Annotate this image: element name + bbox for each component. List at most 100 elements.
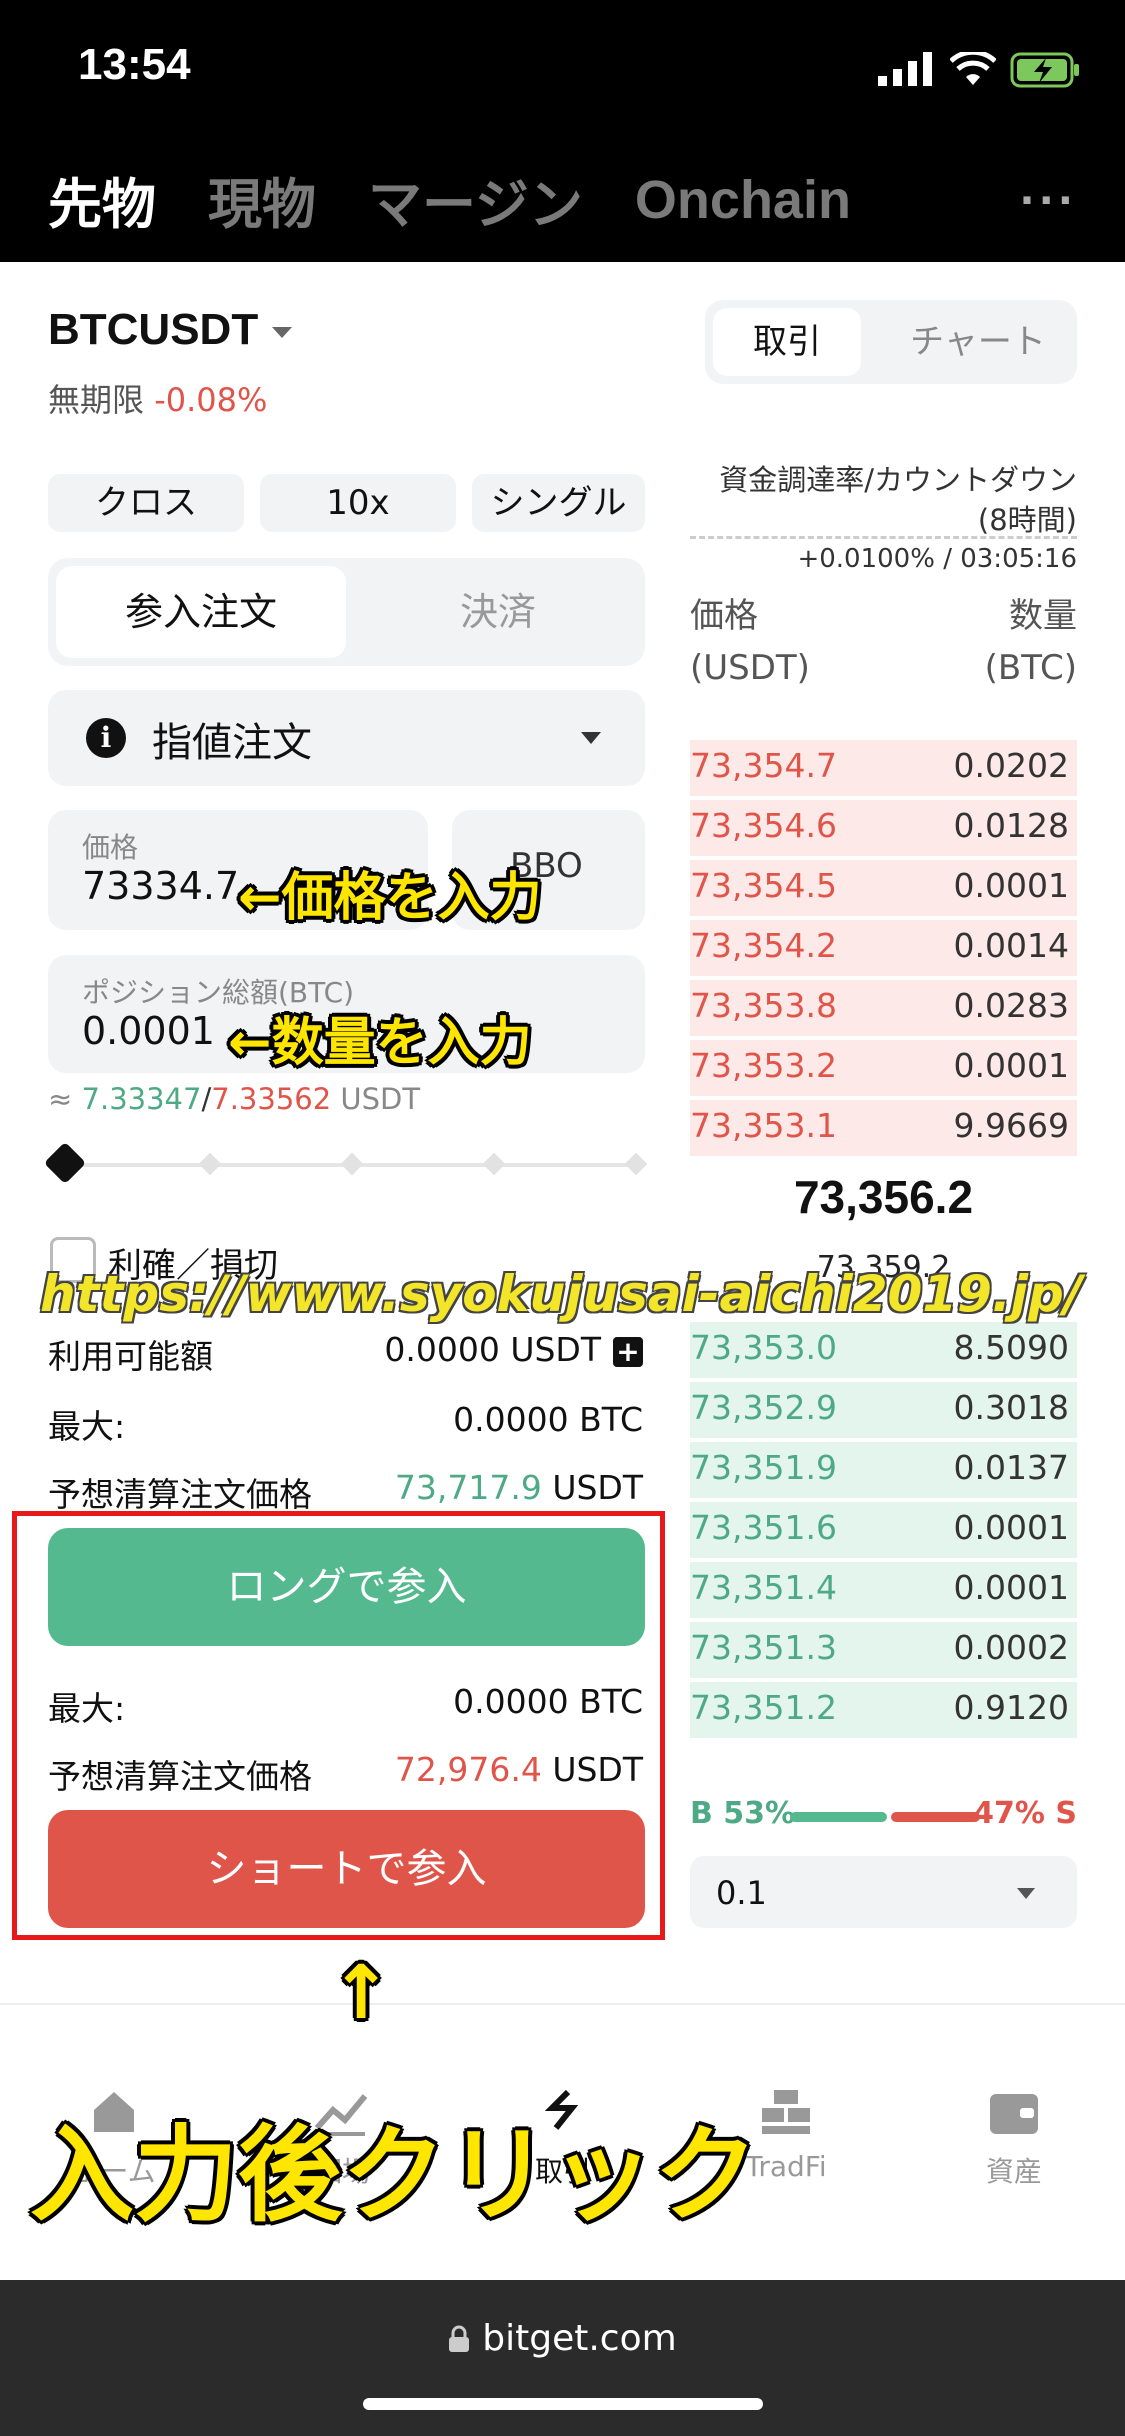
order-type-select[interactable]: i 指値注文 <box>48 690 645 786</box>
wallet-icon[interactable] <box>988 2088 1040 2136</box>
available-row: 利用可能額 0.0000 USDT + <box>48 1330 643 1378</box>
url-bar[interactable]: bitget.com <box>0 2318 1125 2359</box>
price-value: 73334.7 <box>82 864 240 908</box>
chevron-down-icon <box>272 326 293 338</box>
price-change: -0.08% <box>154 381 268 419</box>
long-liq-label: 予想清算注文価格 <box>48 1475 312 1514</box>
ask-price: 73,354.6 <box>690 806 837 845</box>
bid-row[interactable]: 73,351.4 0.0001 <box>690 1560 1077 1620</box>
ask-row[interactable]: 73,353.1 9.9669 <box>690 1098 1077 1158</box>
approx-prefix: ≈ <box>48 1082 82 1116</box>
ask-row[interactable]: 73,353.8 0.0283 <box>690 978 1077 1038</box>
nav-assets[interactable]: 資産 <box>934 2150 1094 2190</box>
long-max-label: 最大: <box>48 1407 126 1446</box>
view-toggle: 取引 チャート <box>705 300 1077 384</box>
bid-price: 73,351.6 <box>690 1508 837 1547</box>
short-max-row: 最大: 0.0000 BTC <box>48 1682 643 1730</box>
contract-type: 無期限 <box>48 381 145 419</box>
long-max-row: 最大: 0.0000 BTC <box>48 1400 643 1448</box>
bid-price: 73,352.9 <box>690 1388 837 1427</box>
ask-row[interactable]: 73,354.6 0.0128 <box>690 798 1077 858</box>
tab-futures[interactable]: 先物 <box>48 160 156 239</box>
short-liq-row: 予想清算注文価格 72,976.4 USDT <box>48 1750 643 1798</box>
more-menu-icon[interactable]: ··· <box>1019 178 1077 224</box>
cost-unit: USDT <box>331 1082 421 1116</box>
margin-mode-button[interactable]: クロス <box>48 474 244 532</box>
bid-qty: 0.0137 <box>953 1448 1069 1487</box>
cost-estimate: ≈ 7.33347/7.33562 USDT <box>48 1082 420 1116</box>
price-header-1: 価格 <box>690 596 758 636</box>
tab-close-order[interactable]: 決済 <box>358 566 638 658</box>
bid-price: 73,353.0 <box>690 1328 837 1367</box>
symbol-selector[interactable]: BTCUSDT <box>48 305 293 355</box>
slider-dot-50[interactable] <box>340 1152 364 1176</box>
bid-row[interactable]: 73,351.9 0.0137 <box>690 1440 1077 1500</box>
tab-open-order[interactable]: 参入注文 <box>56 566 346 658</box>
ask-qty: 9.9669 <box>953 1106 1069 1145</box>
ask-price: 73,354.7 <box>690 746 837 785</box>
cost-short: 7.33562 <box>211 1082 332 1116</box>
bid-row[interactable]: 73,351.3 0.0002 <box>690 1620 1077 1680</box>
annotation-price: ←価格を入力 <box>238 868 542 928</box>
status-time: 13:54 <box>78 40 191 89</box>
bid-row[interactable]: 73,351.6 0.0001 <box>690 1500 1077 1560</box>
short-liq-value: 72,976.4 <box>394 1750 542 1789</box>
available-label: 利用可能額 <box>48 1337 213 1376</box>
leverage-button[interactable]: 10x <box>260 474 456 532</box>
ask-qty: 0.0202 <box>953 746 1069 785</box>
short-max-value: 0.0000 BTC <box>453 1682 643 1721</box>
last-price[interactable]: 73,356.2 <box>690 1170 1077 1224</box>
long-liq-unit: USDT <box>541 1468 643 1507</box>
ask-qty: 0.0014 <box>953 926 1069 965</box>
home-indicator <box>363 2398 763 2410</box>
slider-dot-100[interactable] <box>624 1152 648 1176</box>
ask-row[interactable]: 73,354.7 0.0202 <box>690 738 1077 798</box>
bid-row[interactable]: 73,353.0 8.5090 <box>690 1320 1077 1380</box>
open-short-button[interactable]: ショートで参入 <box>48 1810 645 1928</box>
short-max-label: 最大: <box>48 1689 126 1728</box>
order-type-label: 指値注文 <box>152 720 312 766</box>
add-funds-icon[interactable]: + <box>613 1336 643 1367</box>
bid-price: 73,351.4 <box>690 1568 837 1607</box>
available-value: 0.0000 USDT <box>384 1330 601 1369</box>
bid-row[interactable]: 73,352.9 0.3018 <box>690 1380 1077 1440</box>
toggle-trade[interactable]: 取引 <box>713 308 861 376</box>
depth-select[interactable]: 0.1 <box>690 1856 1077 1928</box>
short-liq-unit: USDT <box>541 1750 643 1789</box>
qty-header-2: (BTC) <box>984 648 1077 688</box>
annotation-quantity: ←数量を入力 <box>228 1013 532 1073</box>
bid-qty: 0.9120 <box>953 1688 1069 1727</box>
ask-price: 73,354.5 <box>690 866 837 905</box>
battery-icon <box>1010 52 1079 88</box>
ask-row[interactable]: 73,354.2 0.0014 <box>690 918 1077 978</box>
tab-spot[interactable]: 現物 <box>208 160 316 239</box>
order-tabs: 参入注文 決済 <box>48 558 645 666</box>
tab-margin[interactable]: マージン <box>368 160 583 239</box>
ask-qty: 0.0001 <box>953 866 1069 905</box>
symbol-name: BTCUSDT <box>48 305 259 354</box>
cost-separator: / <box>201 1082 212 1116</box>
tradfi-icon[interactable] <box>760 2088 812 2136</box>
position-mode-button[interactable]: シングル <box>472 474 645 532</box>
slider-dot-75[interactable] <box>482 1152 506 1176</box>
bid-price: 73,351.3 <box>690 1628 837 1667</box>
ask-qty: 0.0283 <box>953 986 1069 1025</box>
bid-row[interactable]: 73,351.2 0.9120 <box>690 1680 1077 1740</box>
long-max-value: 0.0000 BTC <box>453 1400 643 1439</box>
short-liq-label: 予想清算注文価格 <box>48 1757 312 1796</box>
open-long-button[interactable]: ロングで参入 <box>48 1528 645 1646</box>
price-label: 価格 <box>82 831 139 864</box>
price-header: 価格 (USDT) <box>690 590 810 694</box>
buy-ratio: B 53% <box>690 1796 796 1831</box>
slider-dot-25[interactable] <box>198 1152 222 1176</box>
toggle-chart[interactable]: チャート <box>883 308 1073 376</box>
funding-label: 資金調達率/カウントダウン (8時間) <box>719 460 1077 540</box>
wifi-icon <box>950 52 996 85</box>
slider-handle[interactable] <box>43 1141 87 1185</box>
ask-row[interactable]: 73,353.2 0.0001 <box>690 1038 1077 1098</box>
size-value: 0.0001 <box>82 1009 215 1053</box>
price-header-2: (USDT) <box>690 648 810 688</box>
tab-onchain[interactable]: Onchain <box>635 169 851 231</box>
ask-row[interactable]: 73,354.5 0.0001 <box>690 858 1077 918</box>
annotation-click: 入力後クリック <box>30 2114 759 2236</box>
